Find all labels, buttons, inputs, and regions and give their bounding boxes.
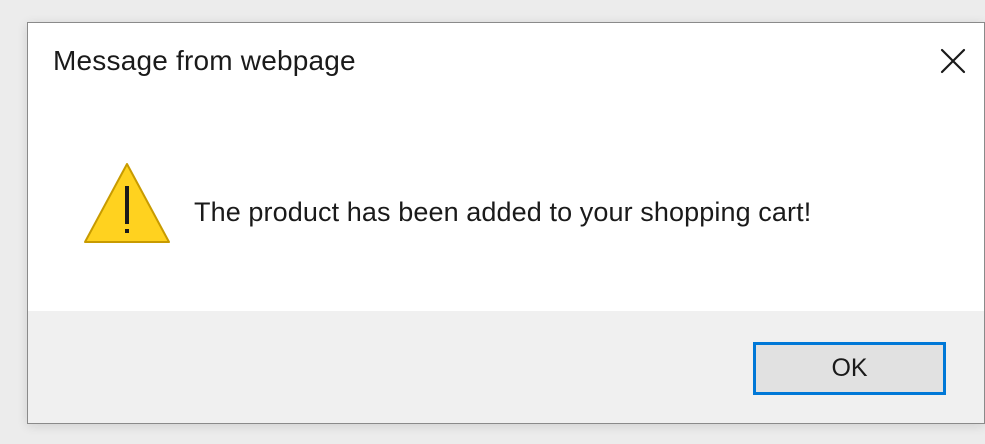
warning-icon [84, 163, 170, 243]
dialog-titlebar: Message from webpage [28, 23, 984, 109]
message-dialog: Message from webpage The product has bee… [27, 22, 985, 424]
close-icon [940, 48, 966, 74]
ok-button[interactable]: OK [753, 342, 946, 395]
close-button[interactable] [930, 38, 976, 84]
dialog-content: The product has been added to your shopp… [28, 109, 984, 311]
dialog-title: Message from webpage [53, 45, 356, 76]
dialog-message: The product has been added to your shopp… [194, 197, 812, 227]
dialog-footer: OK [28, 311, 984, 423]
